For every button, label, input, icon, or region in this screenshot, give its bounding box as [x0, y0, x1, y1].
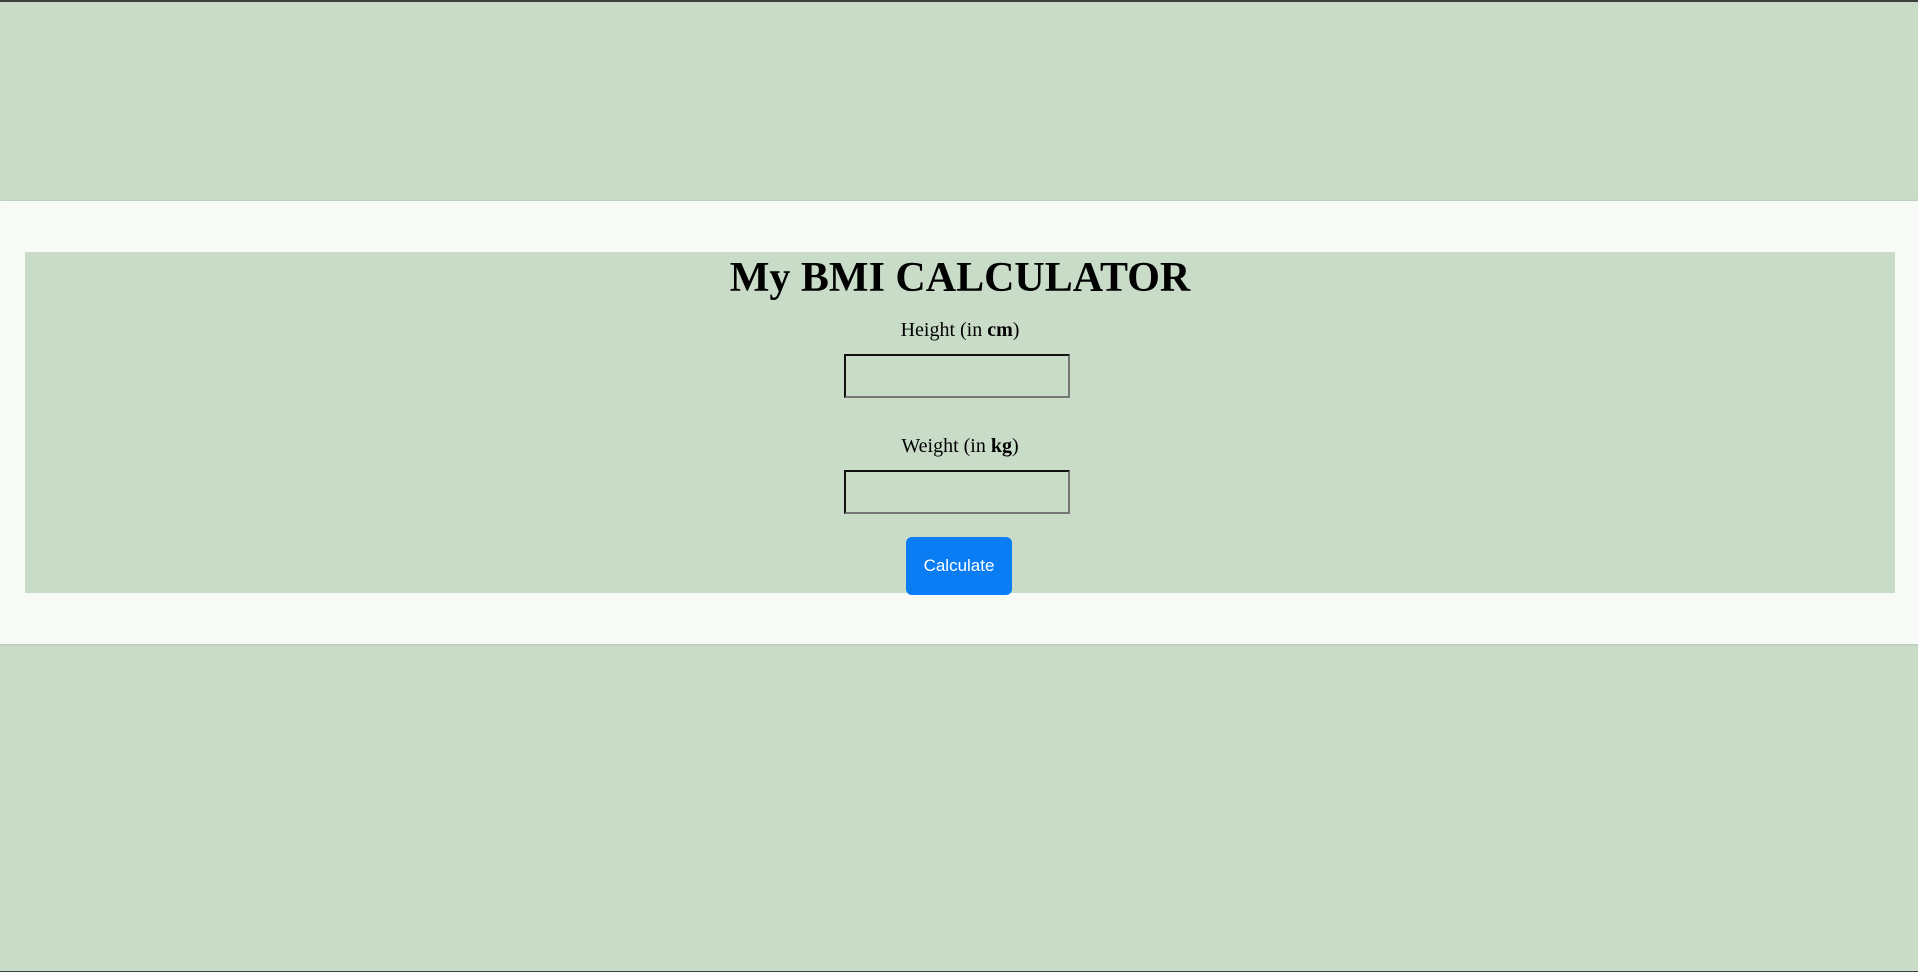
height-label: Height (in cm)	[25, 318, 1895, 342]
height-label-prefix: Height (in	[900, 319, 988, 341]
weight-label: Weight (in kg)	[25, 434, 1895, 458]
weight-input[interactable]	[844, 470, 1070, 514]
weight-unit: kg	[990, 435, 1012, 457]
top-border	[0, 0, 1918, 2]
height-label-suffix: )	[1012, 319, 1020, 341]
height-unit: cm	[987, 319, 1013, 341]
page-title: My BMI CALCULATOR	[729, 255, 1191, 301]
content-band: My BMI CALCULATOR Height (in cm) Weight …	[0, 201, 1918, 644]
height-input[interactable]	[844, 354, 1070, 398]
weight-label-prefix: Weight (in	[901, 435, 991, 457]
weight-label-suffix: )	[1011, 435, 1019, 457]
calculate-button[interactable]: Calculate	[906, 537, 1012, 595]
bmi-calculator-panel: My BMI CALCULATOR Height (in cm) Weight …	[25, 252, 1895, 595]
